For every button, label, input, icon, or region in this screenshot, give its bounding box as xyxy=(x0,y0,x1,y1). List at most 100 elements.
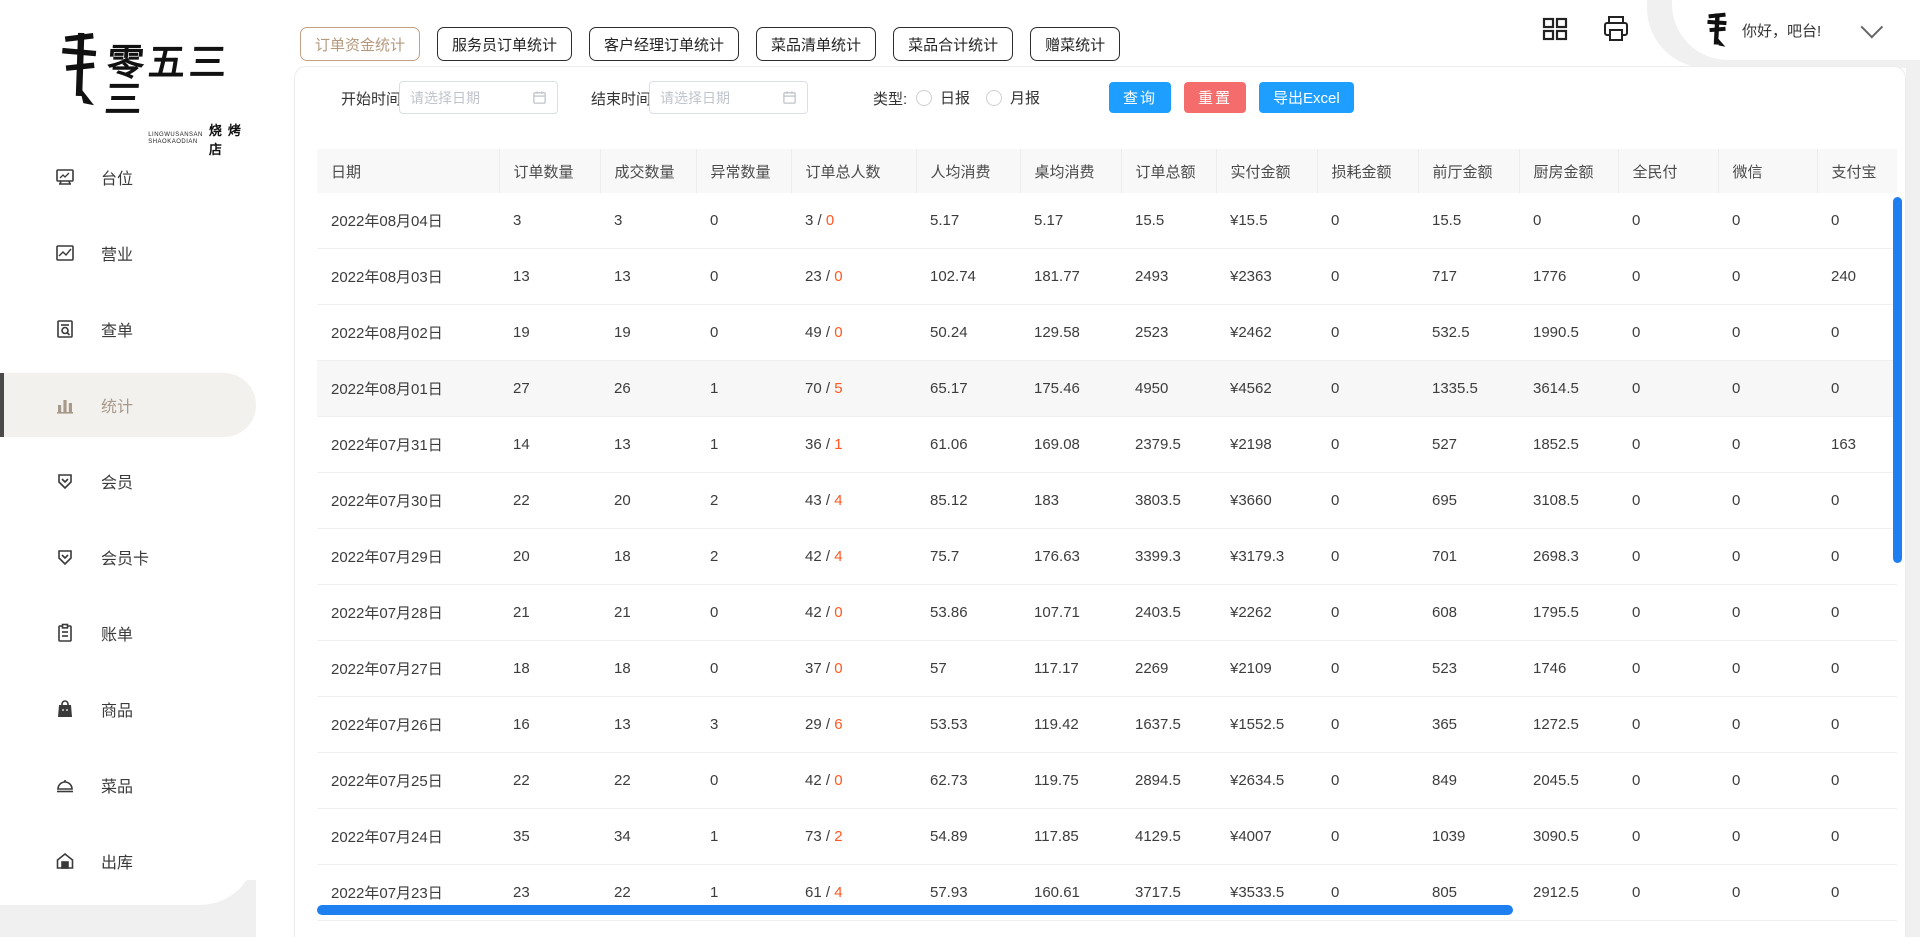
cell-date: 2022年07月31日 xyxy=(317,417,499,473)
table-row[interactable]: 2022年07月31日1413136 / 161.06169.082379.5¥… xyxy=(317,417,1897,473)
end-date-input[interactable]: 请选择日期 xyxy=(649,81,808,114)
cell-kitchen: 2912.5 xyxy=(1519,865,1618,921)
cell-total: 4129.5 xyxy=(1121,809,1216,865)
sidebar-item-营业[interactable]: 营业 xyxy=(0,221,256,285)
cell-kitchen: 0 xyxy=(1519,193,1618,249)
cell-abnormal: 0 xyxy=(696,585,791,641)
table-row[interactable]: 2022年07月26日1613329 / 653.53119.421637.5¥… xyxy=(317,697,1897,753)
column-header-人均消费[interactable]: 人均消费 xyxy=(916,149,1020,193)
sidebar-item-统计[interactable]: 统计 xyxy=(0,373,256,437)
tab-菜品合计统计[interactable]: 菜品合计统计 xyxy=(893,27,1013,61)
column-header-订单总额[interactable]: 订单总额 xyxy=(1121,149,1216,193)
decor-right-strip xyxy=(1906,40,1920,900)
cell-per_table: 181.77 xyxy=(1020,249,1121,305)
table-row[interactable]: 2022年07月29日2018242 / 475.7176.633399.3¥3… xyxy=(317,529,1897,585)
dish-cloche-icon xyxy=(55,775,75,795)
tab-服务员订单统计[interactable]: 服务员订单统计 xyxy=(437,27,572,61)
table-row[interactable]: 2022年08月04日3303 / 05.175.1715.5¥15.5015.… xyxy=(317,193,1897,249)
radio-daily[interactable]: 日报 xyxy=(916,87,970,108)
column-header-微信[interactable]: 微信 xyxy=(1718,149,1817,193)
sidebar-item-label: 会员卡 xyxy=(101,545,149,569)
start-date-input[interactable]: 请选择日期 xyxy=(399,81,558,114)
cell-wechat: 0 xyxy=(1718,641,1817,697)
table-row[interactable]: 2022年07月25日2222042 / 062.73119.752894.5¥… xyxy=(317,753,1897,809)
cell-per_person: 5.17 xyxy=(916,193,1020,249)
column-header-厨房金额[interactable]: 厨房金额 xyxy=(1519,149,1618,193)
column-header-日期[interactable]: 日期 xyxy=(317,149,499,193)
sidebar-item-查单[interactable]: 查单 xyxy=(0,297,256,361)
vertical-scrollbar[interactable] xyxy=(1893,197,1902,563)
column-header-损耗金额[interactable]: 损耗金额 xyxy=(1317,149,1418,193)
cell-kitchen: 2698.3 xyxy=(1519,529,1618,585)
tab-赠菜统计[interactable]: 赠菜统计 xyxy=(1030,27,1120,61)
table-row[interactable]: 2022年08月03日1313023 / 0102.74181.772493¥2… xyxy=(317,249,1897,305)
cell-loss: 0 xyxy=(1317,697,1418,753)
radio-monthly[interactable]: 月报 xyxy=(986,87,1040,108)
cell-orders: 14 xyxy=(499,417,600,473)
cell-date: 2022年07月26日 xyxy=(317,697,499,753)
sidebar-item-商品[interactable]: 商品 xyxy=(0,677,256,741)
cell-front: 365 xyxy=(1418,697,1519,753)
column-header-异常数量[interactable]: 异常数量 xyxy=(696,149,791,193)
cell-alipay: 0 xyxy=(1817,697,1897,753)
column-header-实付金额[interactable]: 实付金额 xyxy=(1216,149,1317,193)
sidebar-item-菜品[interactable]: 菜品 xyxy=(0,753,256,817)
sidebar-item-账单[interactable]: 账单 xyxy=(0,601,256,665)
doc-search-icon xyxy=(55,319,75,339)
export-excel-button[interactable]: 导出Excel xyxy=(1259,82,1354,113)
radio-circle-icon xyxy=(916,90,932,106)
sidebar: 零五三三 LINGWUSANSAN SHAOKAODIAN 烧烤店 台位营业查单… xyxy=(0,0,256,905)
cell-date: 2022年07月24日 xyxy=(317,809,499,865)
cell-loss: 0 xyxy=(1317,193,1418,249)
table-row[interactable]: 2022年07月27日1818037 / 057117.172269¥21090… xyxy=(317,641,1897,697)
column-header-支付宝[interactable]: 支付宝 xyxy=(1817,149,1897,193)
calendar-icon xyxy=(532,90,547,105)
cell-kitchen: 2045.5 xyxy=(1519,753,1618,809)
stats-table-wrap: 日期订单数量成交数量异常数量订单总人数人均消费桌均消费订单总额实付金额损耗金额前… xyxy=(317,149,1897,921)
table-row[interactable]: 2022年08月01日2726170 / 565.17175.464950¥45… xyxy=(317,361,1897,417)
cell-per_person: 75.7 xyxy=(916,529,1020,585)
tab-客户经理订单统计[interactable]: 客户经理订单统计 xyxy=(589,27,739,61)
apps-grid-icon[interactable] xyxy=(1540,14,1570,44)
column-header-成交数量[interactable]: 成交数量 xyxy=(600,149,696,193)
sidebar-item-label: 营业 xyxy=(101,241,133,265)
table-row[interactable]: 2022年08月02日1919049 / 050.24129.582523¥24… xyxy=(317,305,1897,361)
search-button[interactable]: 查询 xyxy=(1109,82,1171,113)
horizontal-scrollbar[interactable] xyxy=(317,905,1513,915)
column-header-前厅金额[interactable]: 前厅金额 xyxy=(1418,149,1519,193)
chevron-down-icon[interactable] xyxy=(1861,16,1884,39)
cell-per_table: 119.42 xyxy=(1020,697,1121,753)
sidebar-item-会员卡[interactable]: 会员卡 xyxy=(0,525,256,589)
tab-订单资金统计[interactable]: 订单资金统计 xyxy=(300,27,420,61)
sidebar-item-会员[interactable]: 会员 xyxy=(0,449,256,513)
sidebar-item-出库[interactable]: 出库 xyxy=(0,829,256,893)
cell-qmf: 0 xyxy=(1618,753,1718,809)
sidebar-item-label: 菜品 xyxy=(101,773,133,797)
tab-菜品清单统计[interactable]: 菜品清单统计 xyxy=(756,27,876,61)
brand-logo: 零五三三 LINGWUSANSAN SHAOKAODIAN 烧烤店 xyxy=(60,26,256,158)
brand-name-en: LINGWUSANSAN SHAOKAODIAN xyxy=(148,132,203,146)
user-menu[interactable]: 你好，吧台! xyxy=(1672,0,1920,60)
printer-icon[interactable] xyxy=(1601,14,1631,44)
cell-paid: ¥2462 xyxy=(1216,305,1317,361)
stats-table: 日期订单数量成交数量异常数量订单总人数人均消费桌均消费订单总额实付金额损耗金额前… xyxy=(317,149,1897,921)
column-header-桌均消费[interactable]: 桌均消费 xyxy=(1020,149,1121,193)
table-row[interactable]: 2022年07月30日2220243 / 485.121833803.5¥366… xyxy=(317,473,1897,529)
column-header-订单总人数[interactable]: 订单总人数 xyxy=(791,149,916,193)
cell-orders: 21 xyxy=(499,585,600,641)
column-header-全民付[interactable]: 全民付 xyxy=(1618,149,1718,193)
reset-button[interactable]: 重置 xyxy=(1184,82,1246,113)
clipboard-icon xyxy=(55,623,75,643)
cell-date: 2022年07月28日 xyxy=(317,585,499,641)
cell-loss: 0 xyxy=(1317,417,1418,473)
stat-tabs: 订单资金统计服务员订单统计客户经理订单统计菜品清单统计菜品合计统计赠菜统计 xyxy=(300,27,1120,61)
cell-deals: 21 xyxy=(600,585,696,641)
table-row[interactable]: 2022年07月28日2121042 / 053.86107.712403.5¥… xyxy=(317,585,1897,641)
cell-orders: 16 xyxy=(499,697,600,753)
column-header-订单数量[interactable]: 订单数量 xyxy=(499,149,600,193)
sidebar-item-台位[interactable]: 台位 xyxy=(0,145,256,209)
cell-abnormal: 0 xyxy=(696,249,791,305)
table-row[interactable]: 2022年07月24日3534173 / 254.89117.854129.5¥… xyxy=(317,809,1897,865)
cell-loss: 0 xyxy=(1317,473,1418,529)
cell-qmf: 0 xyxy=(1618,473,1718,529)
